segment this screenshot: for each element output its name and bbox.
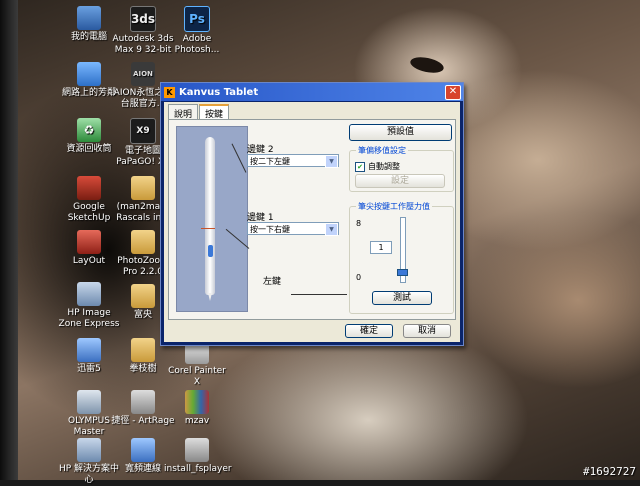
olympus-icon [77, 390, 101, 414]
test-button[interactable]: 測試 [372, 291, 432, 305]
desktop-icon-label: Google SketchUp [67, 202, 111, 223]
desktop-icon-label: install_fsplayer [164, 464, 232, 474]
auto-adjust-label: 自動調整 [368, 162, 400, 171]
photoshop-icon: Ps [184, 6, 210, 32]
pressure-value: 1 [370, 241, 392, 254]
side-button-2-value: 按二下左鍵 [250, 157, 290, 166]
computer-icon [77, 6, 101, 30]
pen-offset-group-title: 筆偏移值設定 [356, 145, 408, 156]
dialog-title: Kanvus Tablet [179, 86, 259, 98]
folder-icon [131, 230, 155, 254]
layout-icon [77, 230, 101, 254]
papago-icon: X9 [130, 118, 156, 144]
hp-icon [77, 282, 101, 306]
winrar-icon [185, 390, 209, 414]
pen-tip-label: 左鍵 [263, 277, 282, 287]
desktop-icon-label: Adobe Photosh... [174, 34, 220, 55]
pen-marker-line [201, 228, 215, 229]
pen-offset-group: 筆偏移值設定 ✔ 自動調整 設定 [349, 145, 454, 192]
chevron-down-icon[interactable]: ▼ [325, 223, 338, 236]
wallpaper-cat-eye [408, 54, 446, 76]
desktop-icon-label: 拳枝樹 [129, 364, 157, 374]
pressure-min-label: 0 [356, 273, 362, 282]
network-icon [77, 62, 101, 86]
folder-icon [131, 176, 155, 200]
hp-icon [77, 438, 101, 462]
aion-icon: AION [131, 62, 155, 86]
side-button-2-select[interactable]: 按二下左鍵 ▼ [247, 154, 339, 168]
kanvus-app-icon: K [164, 86, 175, 98]
pressure-slider-thumb[interactable] [397, 269, 408, 276]
broadband-icon [131, 438, 155, 462]
desktop-icon-label: mzav [184, 416, 210, 426]
close-button[interactable]: ✕ [445, 85, 461, 100]
desktop-icon-mzav[interactable]: mzav [164, 390, 230, 427]
desktop-icon-label: 迅雷5 [77, 364, 101, 374]
desktop-icon-label: 網路上的芳鄰 [61, 88, 116, 98]
desktop-icon-label: 富央 [133, 310, 152, 320]
sketchup-icon [77, 176, 101, 200]
setup-button[interactable]: 設定 [355, 174, 445, 188]
pressure-group-title: 筆尖按鍵工作壓力值 [356, 201, 432, 212]
pressure-group: 筆尖按鍵工作壓力值 8 0 1 測試 [349, 201, 454, 314]
desktop-icon-photoshop[interactable]: Ps Adobe Photosh... [164, 6, 230, 56]
checkmark-icon: ✔ [355, 161, 365, 172]
folder-icon [131, 284, 155, 308]
desktop-icon-label: 資源回收筒 [66, 144, 112, 154]
dialog-client: 說明 按鍵 邊鍵 2 按二下左鍵 ▼ 邊鍵 1 按一下右鍵 ▼ 左鍵 預設值 筆… [164, 102, 460, 342]
autodesk-icon: 3ds [130, 6, 156, 32]
folder-icon [131, 338, 155, 362]
desktop-icon-label: Corel Painter X [168, 366, 226, 387]
installer-icon [185, 438, 209, 462]
desktop-icon-fsplayer[interactable]: install_fsplayer [164, 438, 232, 475]
desktop-icon-label: OLYMPUS Master [68, 416, 110, 437]
desktop-icon-label: 我的電腦 [70, 32, 107, 42]
cancel-button[interactable]: 取消 [403, 324, 451, 338]
pen-icon [205, 137, 215, 295]
thunder-icon [77, 338, 101, 362]
photo-watermark: #1692727 [583, 465, 636, 478]
auto-adjust-checkbox[interactable]: ✔ 自動調整 [355, 161, 400, 172]
monitor-bezel [0, 0, 18, 480]
ok-button[interactable]: 確定 [345, 324, 393, 338]
desktop-icon-label: 寬頻連線 [124, 464, 161, 474]
pressure-max-label: 8 [356, 219, 362, 228]
pen-tip-icon [208, 293, 212, 301]
side-button-1-value: 按一下右鍵 [250, 225, 290, 234]
artrage-icon [131, 390, 155, 414]
desktop-icon-corel-painter[interactable]: Corel Painter X [164, 340, 230, 388]
dialog-titlebar[interactable]: K Kanvus Tablet ✕ [161, 83, 463, 101]
tab-panel-buttons: 邊鍵 2 按二下左鍵 ▼ 邊鍵 1 按一下右鍵 ▼ 左鍵 預設值 筆偏移值設定 … [168, 119, 456, 320]
pen-side-button-icon [208, 245, 213, 257]
kanvus-tablet-dialog: K Kanvus Tablet ✕ 說明 按鍵 邊鍵 2 按二下左鍵 ▼ 邊鍵 … [160, 82, 464, 346]
recycle-bin-icon: ♻ [77, 118, 101, 142]
leader-line-tip [291, 294, 347, 295]
chevron-down-icon[interactable]: ▼ [325, 155, 338, 168]
default-button[interactable]: 預設值 [349, 124, 452, 141]
side-button-1-select[interactable]: 按一下右鍵 ▼ [247, 222, 339, 236]
desktop-icon-label: LayOut [72, 256, 106, 266]
